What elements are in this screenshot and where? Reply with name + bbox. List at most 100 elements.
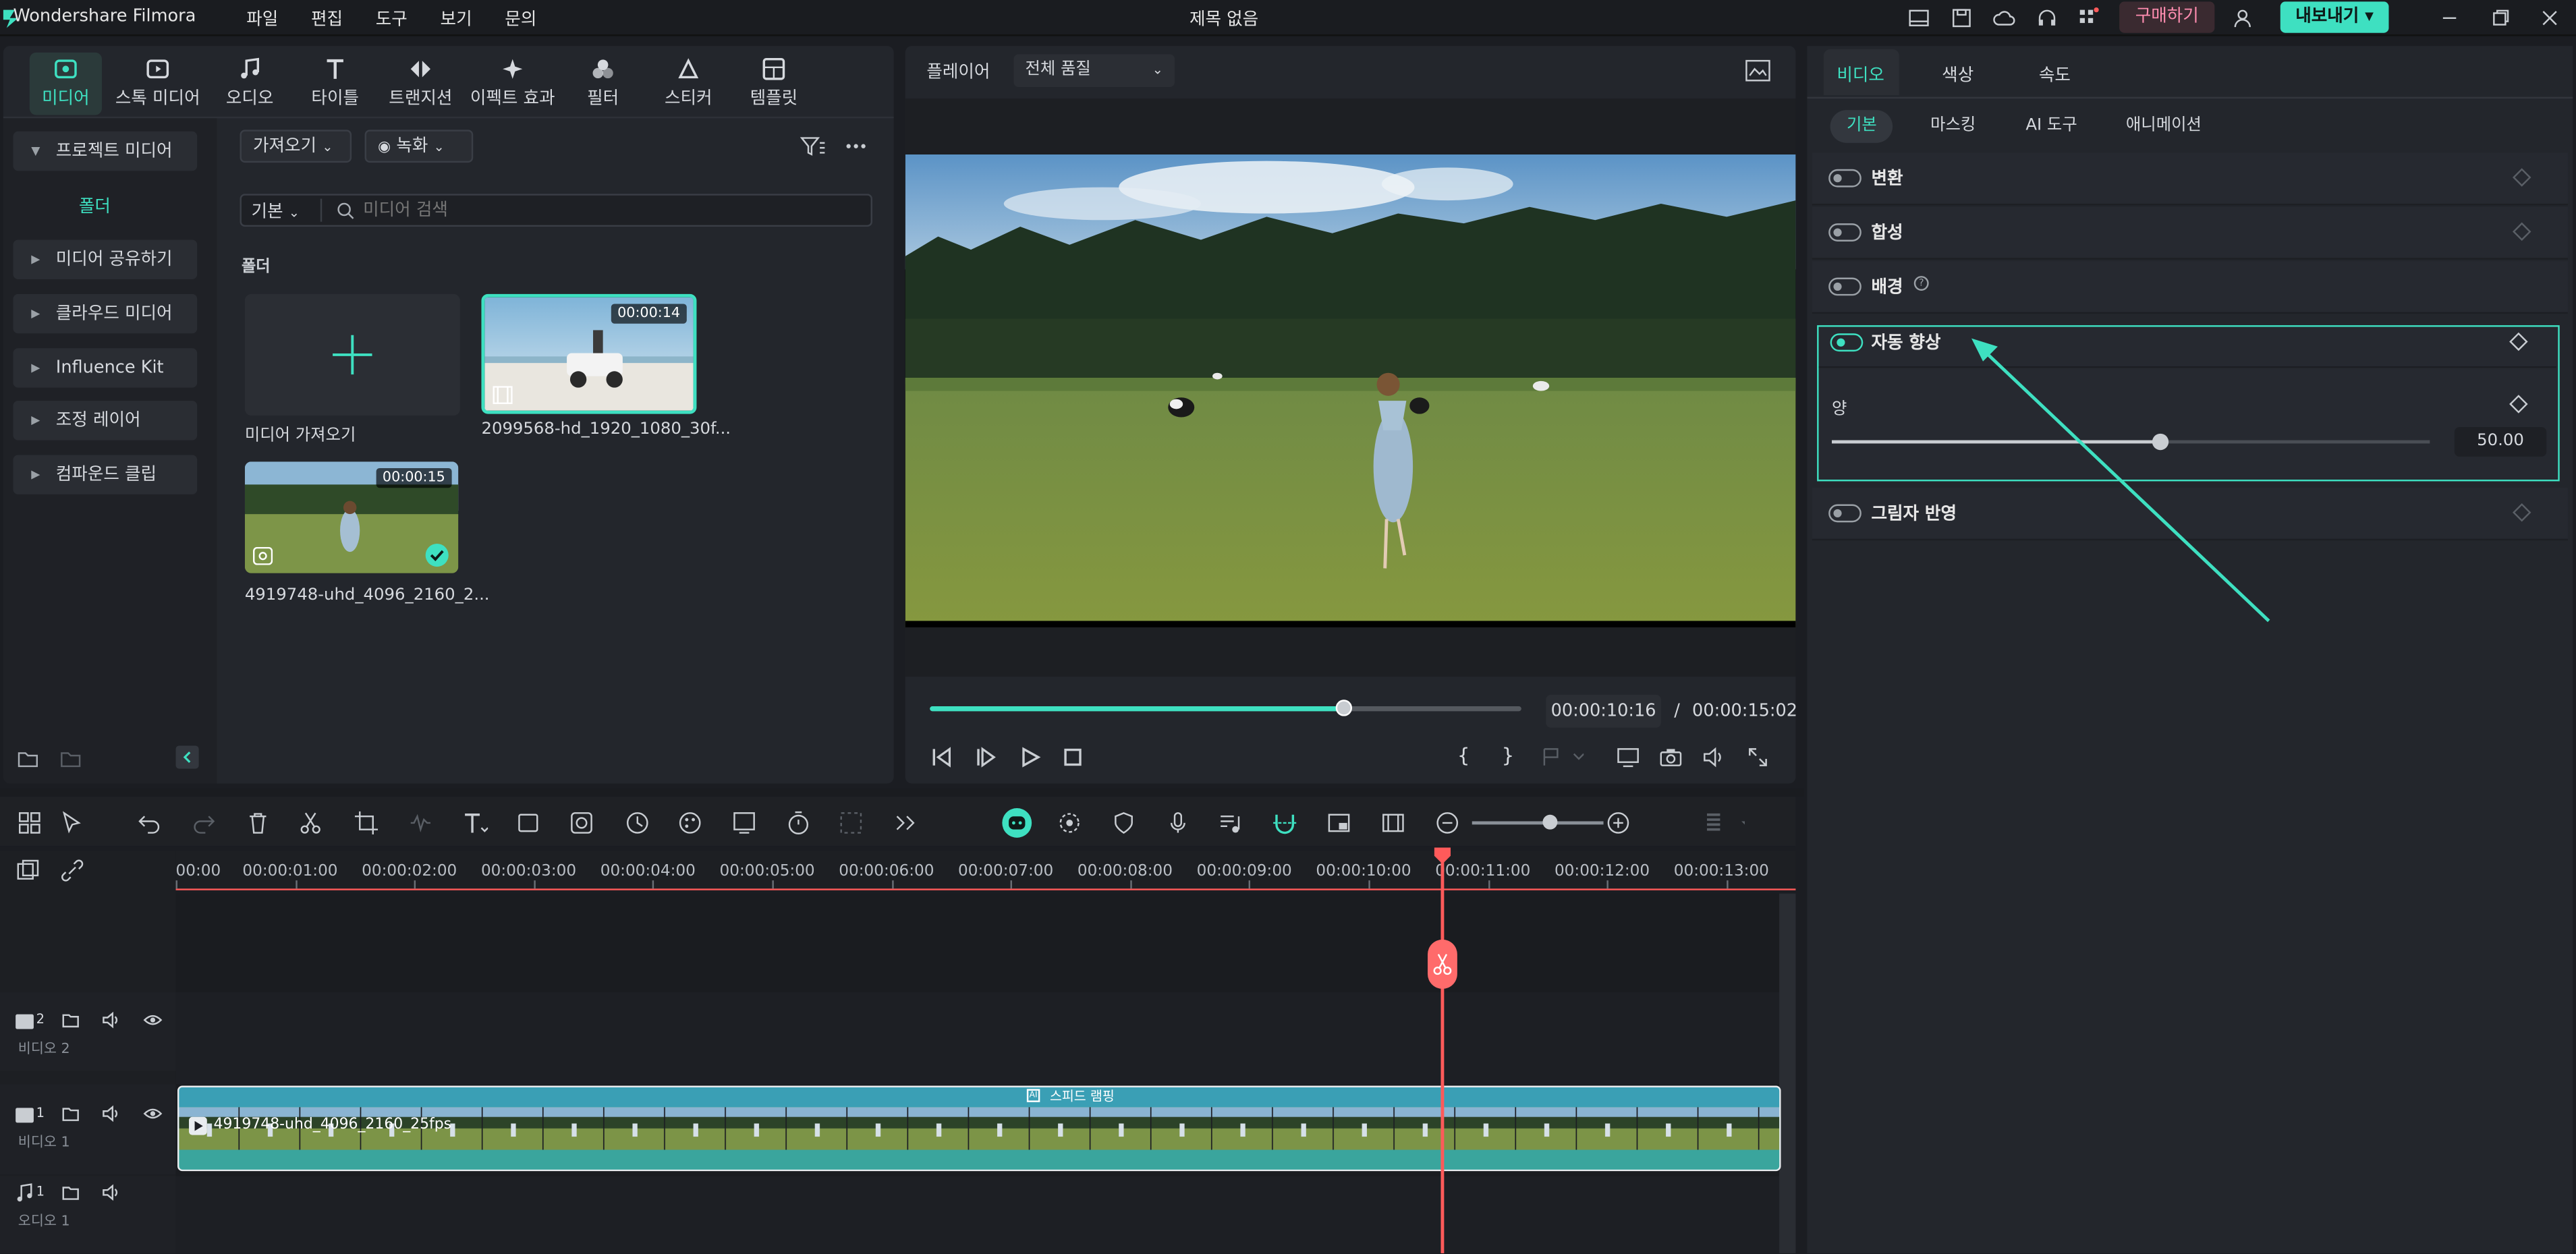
prev-frame-icon[interactable] (930, 745, 953, 768)
microphone-icon[interactable] (1165, 809, 1191, 836)
sidebar-item-cloud-media[interactable]: ▶ 클라우드 미디어 (13, 293, 198, 334)
toggle-switch-on[interactable] (1830, 333, 1864, 352)
layout-grid-icon[interactable] (16, 809, 43, 836)
tab-media[interactable]: 미디어 (16, 56, 115, 110)
music-list-icon[interactable] (1217, 809, 1243, 836)
menu-file[interactable]: 파일 (246, 7, 278, 32)
buy-button[interactable]: 구매하기 (2119, 1, 2215, 33)
tab-color[interactable]: 색상 (1942, 63, 1973, 88)
crop-icon[interactable] (354, 809, 380, 836)
media-clip-thumbnail[interactable]: 00:00:15 (244, 461, 459, 573)
folder-icon[interactable] (61, 1010, 80, 1030)
toggle-switch[interactable] (1828, 504, 1861, 523)
tab-filters[interactable]: 필터 (554, 56, 652, 110)
speaker-icon[interactable] (102, 1010, 121, 1030)
playhead-split-button[interactable] (1428, 939, 1457, 989)
sidebar-item-adjustment-layer[interactable]: ▶ 조정 레이어 (13, 401, 198, 440)
sidebar-folder[interactable]: 폴더 (79, 194, 111, 219)
apps-grid-icon[interactable] (2077, 7, 2100, 30)
redo-icon[interactable] (190, 809, 217, 836)
subtab-animation[interactable]: 애니메이션 (2110, 110, 2218, 143)
display-screen-icon[interactable] (1617, 745, 1640, 768)
mark-out-icon[interactable]: } (1502, 744, 1515, 767)
marker-flag-icon[interactable] (1541, 747, 1584, 767)
volume-icon[interactable] (1702, 745, 1725, 768)
stabilize-icon[interactable] (731, 809, 758, 836)
select-cursor-icon[interactable] (59, 809, 86, 836)
amount-value-input[interactable]: 50.00 (2454, 427, 2547, 457)
video-preview[interactable] (905, 154, 1796, 628)
eye-icon[interactable] (143, 1010, 163, 1030)
keyframe-diamond-icon[interactable] (2512, 503, 2531, 522)
undo-icon[interactable] (136, 809, 163, 836)
eye-icon[interactable] (143, 1104, 163, 1123)
view-select[interactable]: 기본 ⌄ (252, 199, 300, 224)
zoom-out-icon[interactable] (1434, 809, 1461, 836)
keyframe-diamond-icon[interactable] (2509, 332, 2528, 351)
timeline-video-clip[interactable]: AI 스피드 램핑 4919748-uhd_4096_2160_25fps (177, 1085, 1781, 1172)
speaker-icon[interactable] (102, 1182, 121, 1202)
account-icon[interactable] (2231, 7, 2254, 30)
stop-icon[interactable] (1061, 745, 1084, 768)
link-icon[interactable] (61, 859, 84, 882)
menu-help[interactable]: 문의 (505, 7, 536, 32)
pip-icon[interactable] (1326, 809, 1352, 836)
sidebar-item-shared-media[interactable]: ▶ 미디어 공유하기 (13, 239, 198, 279)
delete-trash-icon[interactable] (245, 809, 271, 836)
timer-icon[interactable] (785, 809, 812, 836)
minimize-icon[interactable] (2438, 7, 2461, 30)
tab-speed[interactable]: 속도 (2039, 63, 2071, 88)
sidebar-project-media[interactable]: ▼ 프로젝트 미디어 (13, 131, 198, 171)
subtab-ai-tools[interactable]: AI 도구 (2009, 110, 2094, 143)
folder-icon[interactable] (61, 1182, 80, 1202)
playhead-handle-icon[interactable] (1434, 847, 1451, 864)
mark-in-icon[interactable]: { (1457, 744, 1470, 767)
color-palette-icon[interactable] (677, 809, 703, 836)
camera-snapshot-icon[interactable] (1659, 745, 1682, 768)
snap-magnet-icon[interactable] (1272, 809, 1298, 836)
zoom-slider-handle[interactable] (1542, 814, 1558, 830)
import-dropdown[interactable]: 가져오기 ⌄ (240, 130, 352, 163)
auto-highlight-icon[interactable] (1057, 809, 1083, 836)
keyframe-diamond-icon[interactable] (2509, 395, 2528, 414)
toggle-switch[interactable] (1828, 223, 1861, 241)
sidebar-item-compound-clip[interactable]: ▶ 컴파운드 클립 (13, 455, 198, 494)
menu-tools[interactable]: 도구 (376, 7, 408, 32)
timeline-ruler[interactable]: 00:00 00:00:01:00 00:00:02:00 00:00:03:00 00… (175, 851, 1796, 890)
ai-mask-icon[interactable] (569, 809, 595, 836)
more-tools-chevron-icon[interactable] (892, 809, 918, 836)
save-icon[interactable] (1950, 7, 1973, 30)
playhead-line[interactable] (1440, 851, 1444, 1253)
menu-edit[interactable]: 편집 (311, 7, 343, 32)
ai-copilot-icon[interactable] (1002, 808, 1032, 838)
subtab-masking[interactable]: 마스킹 (1914, 110, 1992, 143)
layout-icon[interactable] (1907, 7, 1930, 30)
add-track-icon[interactable] (16, 859, 39, 882)
menu-view[interactable]: 보기 (441, 7, 472, 32)
speaker-icon[interactable] (102, 1104, 121, 1123)
sidebar-item-influence-kit[interactable]: ▶ Influence Kit (13, 348, 198, 388)
headset-icon[interactable] (2036, 7, 2059, 30)
track-layout-icon[interactable] (1702, 809, 1745, 836)
fullscreen-icon[interactable] (1746, 745, 1769, 768)
close-icon[interactable] (2538, 7, 2561, 30)
media-clip-thumbnail[interactable]: 00:00:14 (481, 293, 697, 414)
timeline-vscroll[interactable] (1779, 893, 1796, 1253)
folder-icon[interactable] (59, 747, 82, 770)
export-button[interactable]: 내보내기 ▾ (2280, 1, 2389, 33)
help-icon[interactable]: ? (1913, 276, 1929, 291)
folder-icon[interactable] (61, 1104, 80, 1123)
shape-rect-icon[interactable] (516, 809, 542, 836)
timeline-splitter[interactable] (0, 788, 1804, 797)
filter-sort-icon[interactable] (800, 135, 827, 158)
cloud-upload-icon[interactable] (1993, 7, 2016, 30)
filmstrip-icon[interactable] (1380, 809, 1406, 836)
keyframe-diamond-icon[interactable] (2512, 222, 2531, 241)
record-dropdown[interactable]: ◉ 녹화 ⌄ (364, 130, 474, 163)
tab-audio[interactable]: 오디오 (200, 56, 299, 110)
new-folder-icon[interactable] (16, 747, 39, 770)
tab-templates[interactable]: 템플릿 (725, 56, 823, 110)
restore-icon[interactable] (2489, 7, 2512, 30)
shield-icon[interactable] (1111, 809, 1137, 836)
toggle-switch[interactable] (1828, 169, 1861, 188)
